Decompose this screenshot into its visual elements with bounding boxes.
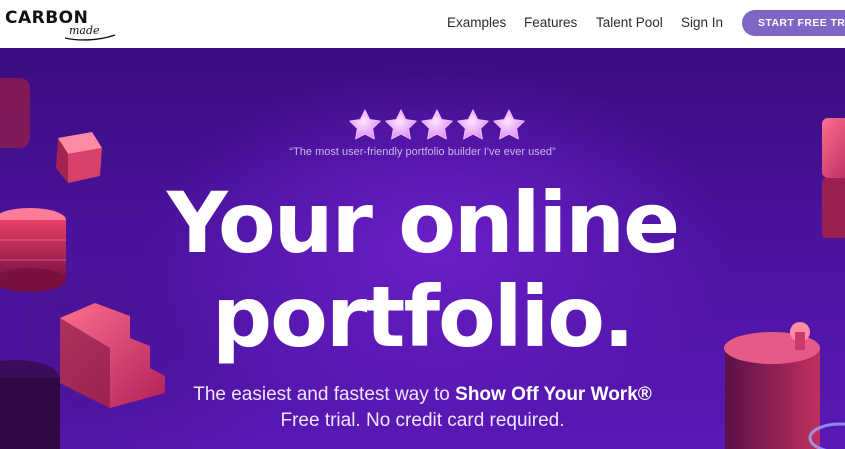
free-trial-note: Free trial. No credit card required. — [280, 410, 565, 431]
headline-line-2: portfolio. — [212, 268, 635, 366]
hero-subtitle: The easiest and fastest way to Show Off … — [0, 384, 845, 406]
subtitle-emphasis: Show Off Your Work® — [455, 384, 652, 405]
hero-headline: Your online portfolio. — [0, 176, 845, 364]
hero-section: “The most user-friendly portfolio builde… — [0, 48, 845, 449]
nav-talent-pool[interactable]: Talent Pool — [596, 15, 663, 30]
star-icon — [493, 109, 525, 140]
site-header: CARBON made Examples Features Talent Poo… — [0, 0, 845, 48]
nav-examples[interactable]: Examples — [447, 15, 506, 30]
start-free-trial-button[interactable]: START FREE TRIAL — [742, 10, 845, 36]
carbonmade-logo[interactable]: CARBON made — [5, 8, 116, 42]
star-icon — [457, 109, 489, 140]
testimonial-quote: “The most user-friendly portfolio builde… — [289, 146, 556, 158]
star-icon — [349, 109, 381, 140]
subtitle-lead: The easiest and fastest way to — [193, 384, 456, 405]
star-icon — [421, 109, 453, 140]
rating-stars — [349, 109, 525, 140]
logo-swoosh-icon — [64, 34, 116, 41]
nav-features[interactable]: Features — [524, 15, 577, 30]
headline-line-1: Your online — [166, 174, 680, 272]
nav-sign-in[interactable]: Sign In — [681, 15, 723, 30]
star-icon — [385, 109, 417, 140]
